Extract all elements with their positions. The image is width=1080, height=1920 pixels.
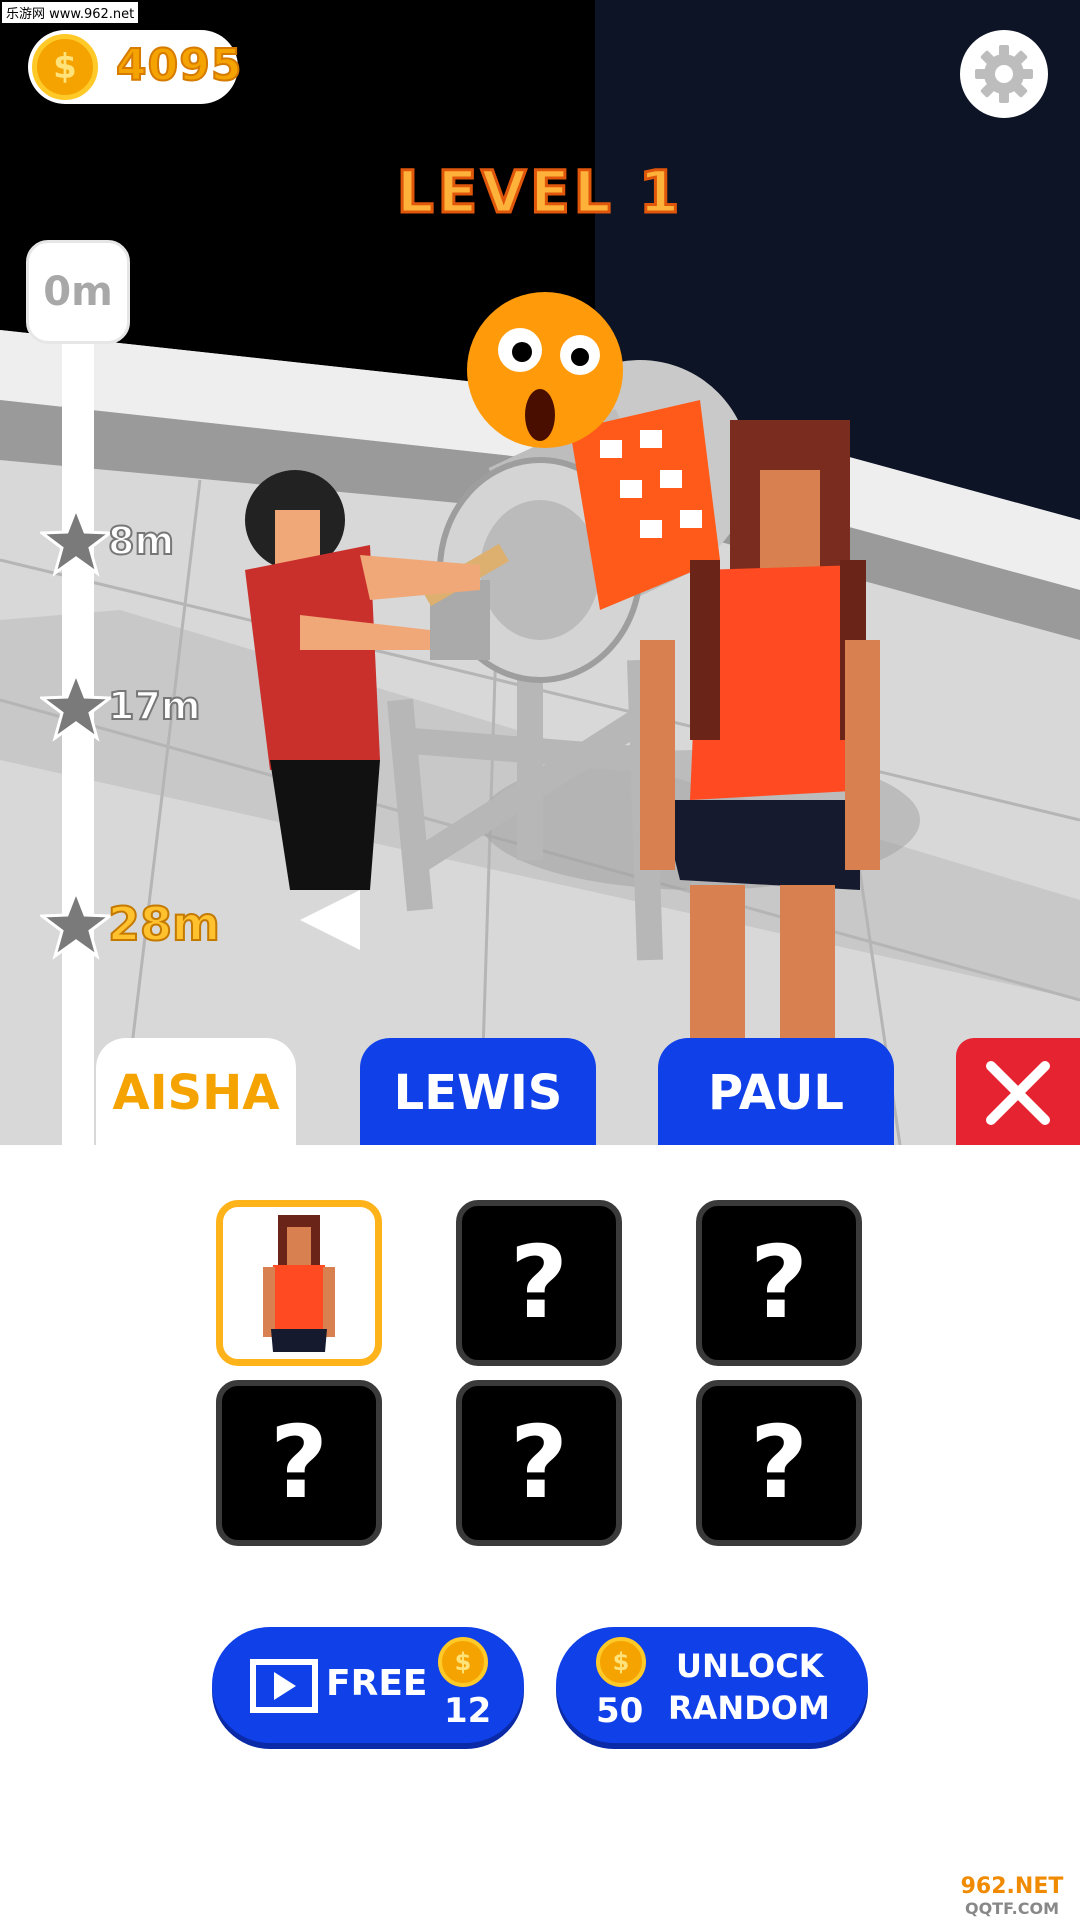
- character-slot-locked[interactable]: ?: [216, 1380, 382, 1546]
- coin-symbol: $: [53, 47, 77, 87]
- coin-icon: $: [438, 1637, 488, 1687]
- close-icon: [986, 1061, 1050, 1125]
- question-mark-icon: ?: [269, 1404, 328, 1521]
- watermark-line2: QQTF.COM: [964, 1899, 1060, 1918]
- free-label: FREE: [326, 1663, 428, 1704]
- question-mark-icon: ?: [749, 1224, 808, 1341]
- character-portrait: [263, 1215, 335, 1352]
- star-icon: [40, 670, 112, 742]
- character-slot-locked[interactable]: ?: [456, 1380, 622, 1546]
- settings-button[interactable]: [960, 30, 1048, 118]
- milestone-17m: 17m: [40, 670, 201, 742]
- coin-icon: $: [596, 1637, 646, 1687]
- milestone-28m: 28m: [40, 888, 221, 960]
- unlock-price: 50: [596, 1691, 644, 1731]
- character-slot-locked[interactable]: ?: [696, 1200, 862, 1366]
- gear-icon: [975, 45, 1033, 103]
- unlock-random-button[interactable]: $ 50 UNLOCK RANDOM: [556, 1627, 868, 1743]
- level-title: LEVEL 1: [395, 157, 684, 228]
- milestone-label: 28m: [107, 896, 221, 952]
- question-mark-icon: ?: [509, 1224, 568, 1341]
- coin-icon: $: [32, 34, 98, 100]
- free-coins-button[interactable]: FREE $ 12: [212, 1627, 524, 1743]
- character-grid: ? ? ? ? ?: [216, 1200, 866, 1550]
- coin-counter: $ 4095: [28, 30, 242, 104]
- tab-paul[interactable]: PAUL: [658, 1038, 894, 1148]
- watermark-bottom: 962.NET QQTF.COM: [944, 1876, 1080, 1920]
- milestone-label: 8m: [107, 518, 175, 564]
- coin-amount: 4095: [115, 39, 243, 92]
- milestone-label: 17m: [107, 683, 201, 729]
- character-slot-locked[interactable]: ?: [456, 1200, 622, 1366]
- question-mark-icon: ?: [749, 1404, 808, 1521]
- character-slot-locked[interactable]: ?: [696, 1380, 862, 1546]
- close-button[interactable]: [956, 1038, 1080, 1148]
- tab-lewis[interactable]: LEWIS: [360, 1038, 596, 1148]
- coin-symbol: $: [454, 1648, 472, 1676]
- unlock-label-line1: UNLOCK: [676, 1647, 824, 1685]
- character-slot-selected[interactable]: [216, 1200, 382, 1366]
- unlock-label-line2: RANDOM: [668, 1689, 830, 1727]
- star-icon: [40, 505, 112, 577]
- question-mark-icon: ?: [509, 1404, 568, 1521]
- milestone-8m: 8m: [40, 505, 175, 577]
- star-icon: [40, 888, 112, 960]
- free-amount: 12: [444, 1691, 492, 1731]
- coin-symbol: $: [612, 1648, 630, 1676]
- watermark-top: 乐游网 www.962.net: [2, 2, 139, 23]
- progress-start-badge: 0m: [26, 240, 130, 344]
- video-icon: [250, 1659, 318, 1713]
- watermark-line1: 962.NET: [960, 1874, 1064, 1899]
- tab-aisha[interactable]: AISHA: [96, 1038, 296, 1148]
